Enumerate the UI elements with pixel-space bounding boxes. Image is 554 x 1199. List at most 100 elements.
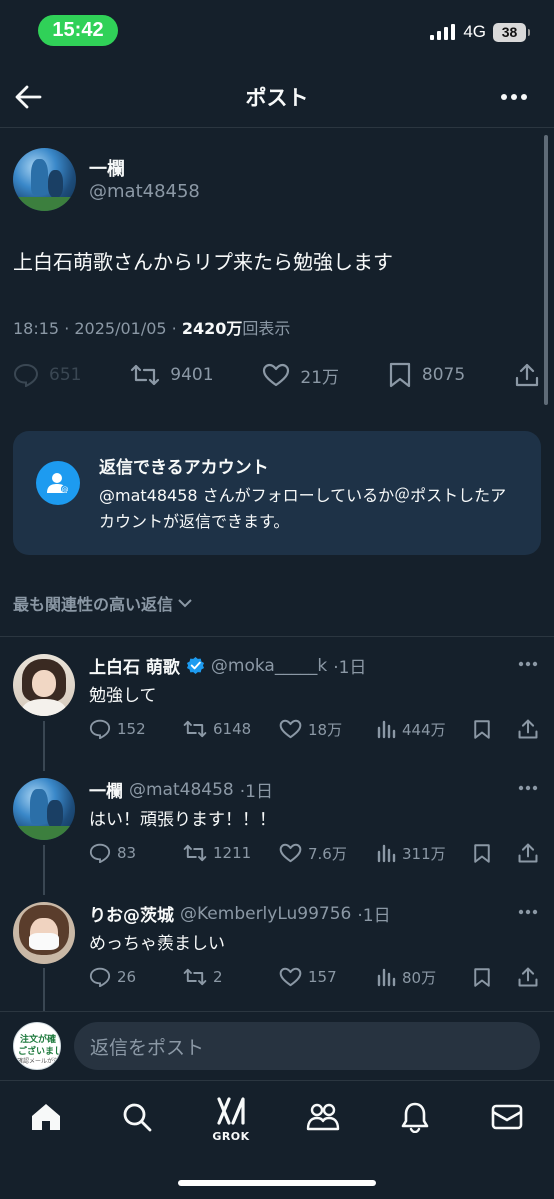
post-meta: 18:15 · 2025/01/05 · 2420万回表示 xyxy=(13,315,290,339)
bookmark-count: 8075 xyxy=(421,365,466,385)
reply-bookmark-button[interactable] xyxy=(473,967,491,988)
heart-icon xyxy=(279,967,302,987)
reply-action-bar: 152 6148 18万 444万 xyxy=(89,717,541,741)
reply-views-count: 80万 xyxy=(402,968,437,987)
avatar-text-line: 確認メールが送信 xyxy=(17,1058,61,1065)
reply-views-button[interactable]: 311万 xyxy=(376,843,446,864)
reply-restriction-body: @mat48458 さんがフォローしているか＠ポストしたアカウントが返信できます… xyxy=(99,486,507,531)
reply-like-button[interactable]: 157 xyxy=(279,967,337,987)
reply-icon xyxy=(89,967,111,987)
reply-author-handle[interactable]: @mat48458 xyxy=(129,780,234,800)
reply-share-button[interactable] xyxy=(517,718,539,740)
reply-more-button[interactable] xyxy=(518,785,538,791)
analytics-icon xyxy=(377,844,396,863)
reply-like-count: 7.6万 xyxy=(308,844,347,863)
reply-item[interactable]: りお@茨城 @KemberlyLu99756 ·1日 めっちゃ羨ましい 26 2 … xyxy=(0,893,554,1008)
reply-header: 上白石 萌歌 @moka_____k ·1日 xyxy=(89,653,367,679)
tab-notifications[interactable] xyxy=(398,1100,432,1134)
reply-age: ·1日 xyxy=(239,782,273,802)
reply-restriction-card: @ 返信できるアカウント @mat48458 さんがフォローしているか＠ポストし… xyxy=(13,431,541,555)
repost-icon xyxy=(183,720,207,738)
reply-more-button[interactable] xyxy=(518,661,538,667)
tab-communities[interactable] xyxy=(306,1100,340,1134)
reply-avatar[interactable] xyxy=(13,778,75,840)
reply-header: 一欄 @mat48458·1日 xyxy=(89,777,273,803)
repost-icon xyxy=(183,844,207,862)
reply-restriction-title: 返信できるアカウント xyxy=(99,458,269,478)
current-user-avatar[interactable]: 注文が確 ございまし 確認メールが送信 xyxy=(13,1022,61,1070)
reply-repost-button[interactable]: 6148 xyxy=(183,719,251,739)
tab-grok[interactable] xyxy=(214,1094,248,1128)
chevron-down-icon xyxy=(178,599,192,608)
reply-header: りお@茨城 @KemberlyLu99756 ·1日 xyxy=(89,901,391,927)
reply-views-button[interactable]: 444万 xyxy=(376,719,446,740)
post-timestamp: 18:15 · 2025/01/05 · xyxy=(13,319,182,338)
bookmark-icon xyxy=(389,362,410,388)
reply-icon xyxy=(89,843,111,863)
reply-repost-button[interactable]: 2 xyxy=(183,967,223,987)
reply-author-handle[interactable]: @moka_____k xyxy=(211,656,327,676)
bookmark-icon xyxy=(474,719,490,739)
tabbar-divider xyxy=(0,1080,554,1081)
reply-item[interactable]: 一欄 @mat48458·1日 はい！頑張ります！！！ 83 1211 7.6万… xyxy=(0,769,554,889)
reply-like-button[interactable]: 18万 xyxy=(279,719,342,740)
reply-share-button[interactable] xyxy=(517,966,539,988)
share-button[interactable] xyxy=(514,362,540,388)
reply-views-count: 444万 xyxy=(402,720,446,739)
heart-icon xyxy=(263,363,290,387)
reply-share-button[interactable] xyxy=(517,842,539,864)
reply-avatar[interactable] xyxy=(13,902,75,964)
heart-icon xyxy=(279,719,302,739)
author-handle[interactable]: @mat48458 xyxy=(89,181,200,202)
scrollbar[interactable] xyxy=(544,135,548,405)
reply-reply-button[interactable]: 152 xyxy=(89,719,146,739)
reply-bookmark-button[interactable] xyxy=(473,843,491,864)
reply-views-button[interactable]: 80万 xyxy=(376,967,436,988)
reply-reply-button[interactable]: 83 xyxy=(89,843,136,863)
reply-repost-button[interactable]: 1211 xyxy=(183,843,251,863)
reply-sort-label: 最も関連性の高い返信 xyxy=(13,595,174,614)
reply-more-button[interactable] xyxy=(518,909,538,915)
reply-repost-count: 6148 xyxy=(213,720,252,738)
account-restriction-icon: @ xyxy=(36,461,80,505)
reply-button[interactable]: 651 xyxy=(13,363,81,387)
home-indicator[interactable] xyxy=(178,1180,376,1186)
like-button[interactable]: 21万 xyxy=(262,363,339,388)
reply-reply-button[interactable]: 26 xyxy=(89,967,136,987)
reply-avatar[interactable] xyxy=(13,654,75,716)
share-icon xyxy=(518,843,538,863)
reply-icon xyxy=(13,363,39,387)
grok-icon xyxy=(217,1097,245,1125)
post-action-bar: 651 9401 21万 8075 xyxy=(13,358,540,392)
repost-button[interactable]: 9401 xyxy=(130,363,214,387)
reply-like-button[interactable]: 7.6万 xyxy=(279,843,347,864)
reply-sort-dropdown[interactable]: 最も関連性の高い返信 xyxy=(13,591,193,615)
reply-text: はい！頑張ります！！！ xyxy=(89,810,276,830)
analytics-icon xyxy=(377,720,396,739)
reply-bookmark-button[interactable] xyxy=(473,719,491,740)
more-horizontal-icon xyxy=(501,94,527,100)
reply-author-name[interactable]: りお@茨城 xyxy=(89,901,174,926)
bookmark-button[interactable]: 8075 xyxy=(388,362,465,388)
tab-search[interactable] xyxy=(120,1100,154,1134)
more-options-button[interactable] xyxy=(500,93,528,101)
views-count[interactable]: 2420万 xyxy=(182,319,243,338)
reply-age: ·1日 xyxy=(333,658,367,678)
status-time: 15:42 xyxy=(38,15,118,46)
reply-compose-input[interactable]: 返信をポスト xyxy=(74,1022,540,1070)
sort-divider xyxy=(0,636,554,637)
bookmark-icon xyxy=(474,967,490,987)
verified-badge-icon xyxy=(186,656,204,675)
reply-item[interactable]: 上白石 萌歌 @moka_____k ·1日 勉強して 152 6148 18万 … xyxy=(0,645,554,765)
reply-author-name[interactable]: 一欄 xyxy=(89,777,123,802)
reply-author-handle[interactable]: @KemberlyLu99756 xyxy=(180,904,351,924)
network-type: 4G xyxy=(463,22,486,41)
svg-text:@: @ xyxy=(62,486,69,494)
author-avatar[interactable] xyxy=(13,148,76,211)
tab-home[interactable] xyxy=(29,1100,63,1134)
author-name[interactable]: 一欄 xyxy=(89,155,125,181)
cellular-signal-icon xyxy=(430,24,456,40)
tab-messages[interactable] xyxy=(490,1100,524,1134)
repost-count: 9401 xyxy=(170,365,214,385)
reply-author-name[interactable]: 上白石 萌歌 xyxy=(89,653,180,678)
